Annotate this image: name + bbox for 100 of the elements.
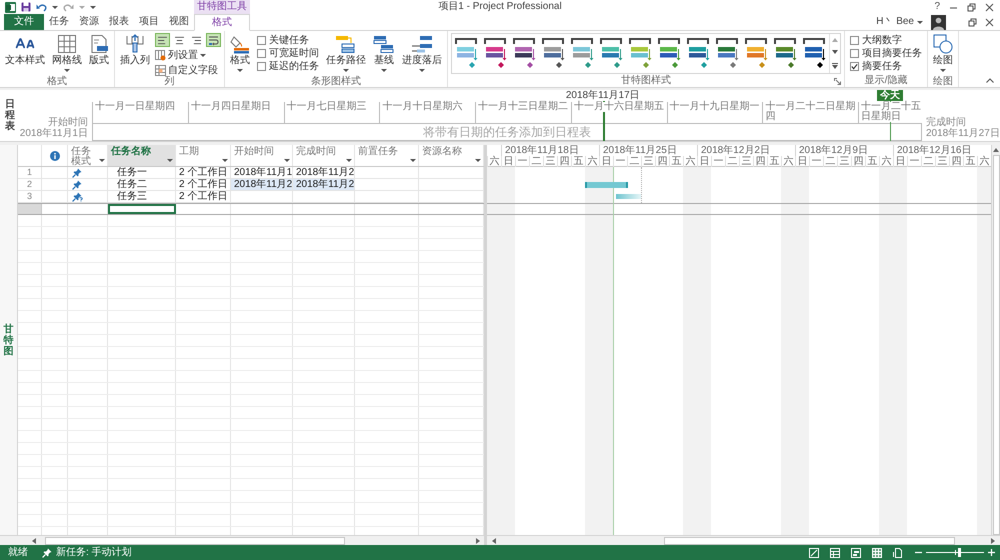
page-view-icon[interactable] [893, 548, 903, 558]
timescale-week-label: 2018年12月9日 [799, 145, 868, 156]
timescale-day-label: 一 [616, 156, 626, 167]
task-path-button[interactable]: 任务路径 [324, 32, 368, 76]
timescale-day-label: 日 [504, 156, 514, 167]
column-header[interactable]: 前置任务 [355, 145, 419, 166]
ribbon-tab[interactable]: 项目 [134, 14, 164, 30]
summary-bracket-icon [658, 38, 680, 44]
timescale-day-label: 三 [742, 156, 752, 167]
column-header[interactable]: 工期 [176, 145, 231, 166]
timescale-day-label: 四 [854, 156, 864, 167]
timescale-day-label: 六 [490, 156, 500, 167]
row-number: 3 [18, 191, 42, 202]
zoom-slider-thumb[interactable] [958, 548, 962, 557]
undo-icon[interactable] [36, 2, 47, 12]
timescale-day-label: 一 [812, 156, 822, 167]
gallery-more-icon[interactable] [832, 62, 838, 69]
close-icon[interactable] [985, 2, 994, 12]
ribbon-tab[interactable]: 文件 [4, 14, 44, 30]
scroll-up-icon[interactable] [993, 147, 999, 153]
ribbon-tab[interactable]: 格式 [194, 14, 250, 31]
timescale-day-label: 二 [532, 156, 542, 167]
timeline-tick-label: 十一月七日星期三 [286, 102, 366, 112]
grid-view-icon[interactable] [872, 548, 882, 558]
column-settings-button[interactable]: 列设置 [155, 49, 221, 62]
context-tab-label: 甘特图工具 [194, 0, 250, 14]
timescale-day-label: 三 [938, 156, 948, 167]
checkbox-label: 摘要任务 [862, 62, 902, 72]
timeline-tick-label: 十一月十九日星期一 [670, 102, 760, 112]
zoom-out-icon[interactable] [915, 549, 922, 556]
drawing-button[interactable]: 绘图 [931, 32, 955, 76]
summary-bracket-icon [512, 38, 534, 44]
checkbox[interactable] [257, 62, 266, 71]
timescale-day-label: 三 [546, 156, 556, 167]
restore-icon[interactable] [967, 2, 976, 12]
help-button[interactable]: ? [934, 2, 940, 12]
close-icon[interactable] [985, 18, 994, 26]
shapes-icon [933, 34, 953, 54]
caret-icon [917, 20, 923, 24]
scrollbar-thumb[interactable] [664, 536, 955, 544]
checkbox[interactable] [850, 49, 859, 58]
column-header[interactable]: 任务名称 [108, 145, 176, 166]
ribbon-tab[interactable]: 视图 [164, 14, 194, 30]
zoom-in-icon[interactable] [988, 549, 995, 556]
checkbox[interactable] [257, 49, 266, 58]
scrollbar-thumb[interactable] [45, 536, 345, 544]
align-left-button[interactable] [155, 33, 170, 47]
baseline-button[interactable]: 基线 [371, 32, 397, 76]
timescale-day-label: 五 [672, 156, 682, 167]
checkbox[interactable] [850, 62, 859, 71]
layout-button[interactable]: 版式 [87, 32, 111, 76]
checkbox[interactable] [257, 36, 266, 45]
save-icon[interactable] [21, 2, 31, 12]
timescale-day-label: 日 [602, 156, 612, 167]
status-text: 就绪 [8, 548, 29, 558]
dialog-launcher-icon[interactable] [834, 78, 841, 84]
summary-bracket-icon [542, 38, 564, 44]
collapse-ribbon-icon[interactable] [986, 78, 994, 83]
restore-icon[interactable] [968, 18, 977, 26]
timescale-day-label: 一 [714, 156, 724, 167]
summary-bracket-icon [802, 38, 824, 44]
column-header[interactable]: 开始时间 [231, 145, 293, 166]
new-task-mode-button[interactable]: 新任务: 手动计划 [42, 548, 132, 558]
gridlines-button[interactable]: 网格线 [50, 32, 84, 76]
avatar-icon[interactable] [931, 14, 946, 30]
wrap-text-button[interactable] [206, 33, 221, 47]
table-cell: 2018年11月2 [231, 179, 293, 190]
slashed-square-icon[interactable] [809, 548, 819, 558]
ribbon-tab[interactable]: 任务 [44, 14, 74, 30]
timescale-day-label: 日 [896, 156, 906, 167]
timescale-day-label: 六 [980, 156, 990, 167]
checkbox-label: 延迟的任务 [269, 62, 319, 72]
timescale-day-label: 四 [560, 156, 570, 167]
text-styles-button[interactable]: 文本样式 [3, 32, 47, 76]
group-label: 条形图样式 [311, 76, 361, 86]
zoom-slider[interactable] [926, 548, 984, 557]
ribbon-tab[interactable]: 报表 [104, 14, 134, 30]
column-header[interactable]: 完成时间 [293, 145, 355, 166]
app-icon[interactable] [5, 2, 16, 12]
scrollbar-thumb[interactable] [992, 155, 1000, 535]
checkbox[interactable] [850, 36, 859, 45]
table-cell: 2018年11月2 [293, 167, 355, 178]
custom-field-icon [155, 65, 166, 76]
timeline-empty-message: 将带有日期的任务添加到日程表 [423, 126, 591, 138]
insert-column-button[interactable]: 插入列 [118, 32, 152, 76]
table-cell: 2 个工作日 [176, 167, 231, 178]
selected-cell[interactable] [108, 204, 176, 214]
ribbon-tab[interactable]: 资源 [74, 14, 104, 30]
timescale-day-label: 二 [924, 156, 934, 167]
slippage-button[interactable]: 进度落后 [400, 32, 444, 76]
chart-view-icon[interactable] [851, 548, 861, 558]
caret-icon [475, 159, 481, 162]
bar-format-button[interactable]: 格式 [228, 32, 252, 76]
table-cell: 2 个工作日 [176, 191, 231, 202]
scroll-down-icon[interactable] [832, 50, 838, 54]
table-view-icon[interactable] [830, 548, 840, 558]
align-center-icon [174, 34, 185, 46]
timescale-day-label: 四 [952, 156, 962, 167]
custom-fields-button[interactable]: 自定义字段 [155, 64, 221, 77]
account-menu[interactable]: H丶 Bee [876, 17, 923, 27]
